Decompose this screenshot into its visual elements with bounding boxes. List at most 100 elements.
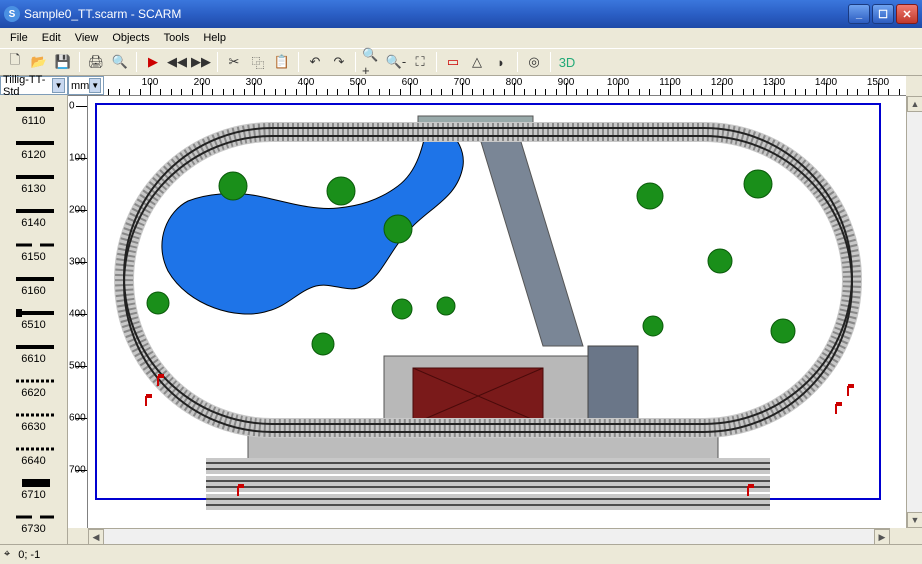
zoom-out-icon[interactable]: 🔍-: [385, 51, 407, 73]
tree-icon[interactable]: [384, 215, 412, 243]
horizontal-scrollbar[interactable]: ◀ ▶: [88, 528, 890, 544]
part-6130[interactable]: 6130: [0, 166, 67, 200]
print-icon[interactable]: 🖨: [85, 51, 107, 73]
part-6160[interactable]: 6160: [0, 268, 67, 302]
print-preview-icon[interactable]: 🔍: [109, 51, 131, 73]
part-shape-icon: [14, 478, 54, 488]
cut-icon[interactable]: ✂: [223, 51, 245, 73]
menu-file[interactable]: File: [4, 30, 34, 46]
part-6510[interactable]: 6510: [0, 302, 67, 336]
separator: [517, 52, 518, 72]
menu-view[interactable]: View: [69, 30, 105, 46]
undo-icon[interactable]: ↶: [304, 51, 326, 73]
tree-icon[interactable]: [744, 170, 772, 198]
3d-icon[interactable]: 3D: [556, 51, 578, 73]
app-icon: S: [4, 6, 20, 22]
open-icon[interactable]: 📂: [28, 51, 50, 73]
new-icon[interactable]: 🗋: [4, 51, 26, 73]
tree-icon[interactable]: [312, 333, 334, 355]
title-bar: S Sample0_TT.scarm - SCARM _ ☐ ✕: [0, 0, 922, 28]
cursor-icon: ⌖: [4, 548, 10, 561]
part-label: 6130: [21, 183, 45, 195]
maximize-button[interactable]: ☐: [872, 4, 894, 24]
menu-objects[interactable]: Objects: [106, 30, 155, 46]
tree-icon[interactable]: [437, 297, 455, 315]
library-selector[interactable]: Tillig-TT-Std ▼: [0, 76, 68, 95]
scroll-left-icon[interactable]: ◀: [88, 529, 104, 545]
part-label: 6150: [21, 251, 45, 263]
part-label: 6630: [21, 421, 45, 433]
separator: [355, 52, 356, 72]
scroll-up-icon[interactable]: ▲: [907, 96, 922, 112]
tree-icon[interactable]: [219, 172, 247, 200]
status-bar: ⌖ 0; -1: [0, 544, 922, 564]
tree-icon[interactable]: [147, 292, 169, 314]
terrain-icon[interactable]: △: [466, 51, 488, 73]
part-6610[interactable]: 6610: [0, 336, 67, 370]
scroll-grip: [906, 528, 922, 544]
part-shape-icon: [14, 512, 54, 522]
part-6640[interactable]: 6640: [0, 438, 67, 472]
part-6620[interactable]: 6620: [0, 370, 67, 404]
play-icon[interactable]: ▶: [142, 51, 164, 73]
window-buttons: _ ☐ ✕: [848, 4, 918, 24]
menu-tools[interactable]: Tools: [158, 30, 196, 46]
scroll-track[interactable]: [907, 112, 922, 512]
window-title: Sample0_TT.scarm - SCARM: [24, 7, 848, 21]
part-label: 6140: [21, 217, 45, 229]
tree-icon[interactable]: [771, 319, 795, 343]
canvas-area: 0100200300400500600700800900100011001200…: [68, 76, 922, 544]
figure-icon[interactable]: ◎: [523, 51, 545, 73]
siding-bed: [206, 458, 770, 474]
tree-icon[interactable]: [637, 183, 663, 209]
menu-edit[interactable]: Edit: [36, 30, 67, 46]
tree-icon[interactable]: [708, 249, 732, 273]
design-canvas[interactable]: [88, 96, 906, 528]
part-6730[interactable]: 6730: [0, 506, 67, 540]
part-6710[interactable]: 6710: [0, 472, 67, 506]
save-icon[interactable]: 💾: [52, 51, 74, 73]
tree-icon[interactable]: [392, 299, 412, 319]
scroll-down-icon[interactable]: ▼: [907, 512, 922, 528]
part-shape-icon: [14, 240, 54, 250]
tree-icon[interactable]: [327, 177, 355, 205]
part-6630[interactable]: 6630: [0, 404, 67, 438]
redo-icon[interactable]: ↷: [328, 51, 350, 73]
paste-icon[interactable]: 📋: [271, 51, 293, 73]
part-shape-icon: [14, 444, 54, 454]
menu-help[interactable]: Help: [197, 30, 232, 46]
tunnel-icon[interactable]: ◗: [490, 51, 512, 73]
menu-bar: FileEditViewObjectsToolsHelp: [0, 28, 922, 48]
separator: [79, 52, 80, 72]
baseboard-icon[interactable]: ▭: [442, 51, 464, 73]
scroll-right-icon[interactable]: ▶: [874, 529, 890, 545]
scroll-track[interactable]: [104, 529, 874, 544]
part-label: 6730: [21, 523, 45, 535]
zoom-fit-icon[interactable]: ⛶: [409, 51, 431, 73]
part-label: 6120: [21, 149, 45, 161]
units-selector[interactable]: mm ▼: [68, 76, 104, 95]
part-shape-icon: [14, 376, 54, 386]
tree-icon[interactable]: [643, 316, 663, 336]
part-shape-icon: [14, 342, 54, 352]
horizontal-ruler: 0100200300400500600700800900100011001200…: [88, 76, 906, 96]
close-button[interactable]: ✕: [896, 4, 918, 24]
part-6120[interactable]: 6120: [0, 132, 67, 166]
part-shape-icon: [14, 104, 54, 114]
part-shape-icon: [14, 172, 54, 182]
separator: [136, 52, 137, 72]
part-shape-icon: [14, 138, 54, 148]
copy-icon[interactable]: ⿻: [247, 51, 269, 73]
part-6210[interactable]: 6210: [0, 540, 67, 544]
rewind-icon[interactable]: ◀◀: [166, 51, 188, 73]
forward-icon[interactable]: ▶▶: [190, 51, 212, 73]
part-6110[interactable]: 6110: [0, 98, 67, 132]
part-6140[interactable]: 6140: [0, 200, 67, 234]
zoom-in-icon[interactable]: 🔍+: [361, 51, 383, 73]
part-label: 6710: [21, 489, 45, 501]
minimize-button[interactable]: _: [848, 4, 870, 24]
part-6150[interactable]: 6150: [0, 234, 67, 268]
vertical-scrollbar[interactable]: ▲ ▼: [906, 96, 922, 528]
part-label: 6610: [21, 353, 45, 365]
parts-panel: 6110 6120 6130 6140 6150 61606510 6610 6620 6630…: [0, 76, 68, 544]
